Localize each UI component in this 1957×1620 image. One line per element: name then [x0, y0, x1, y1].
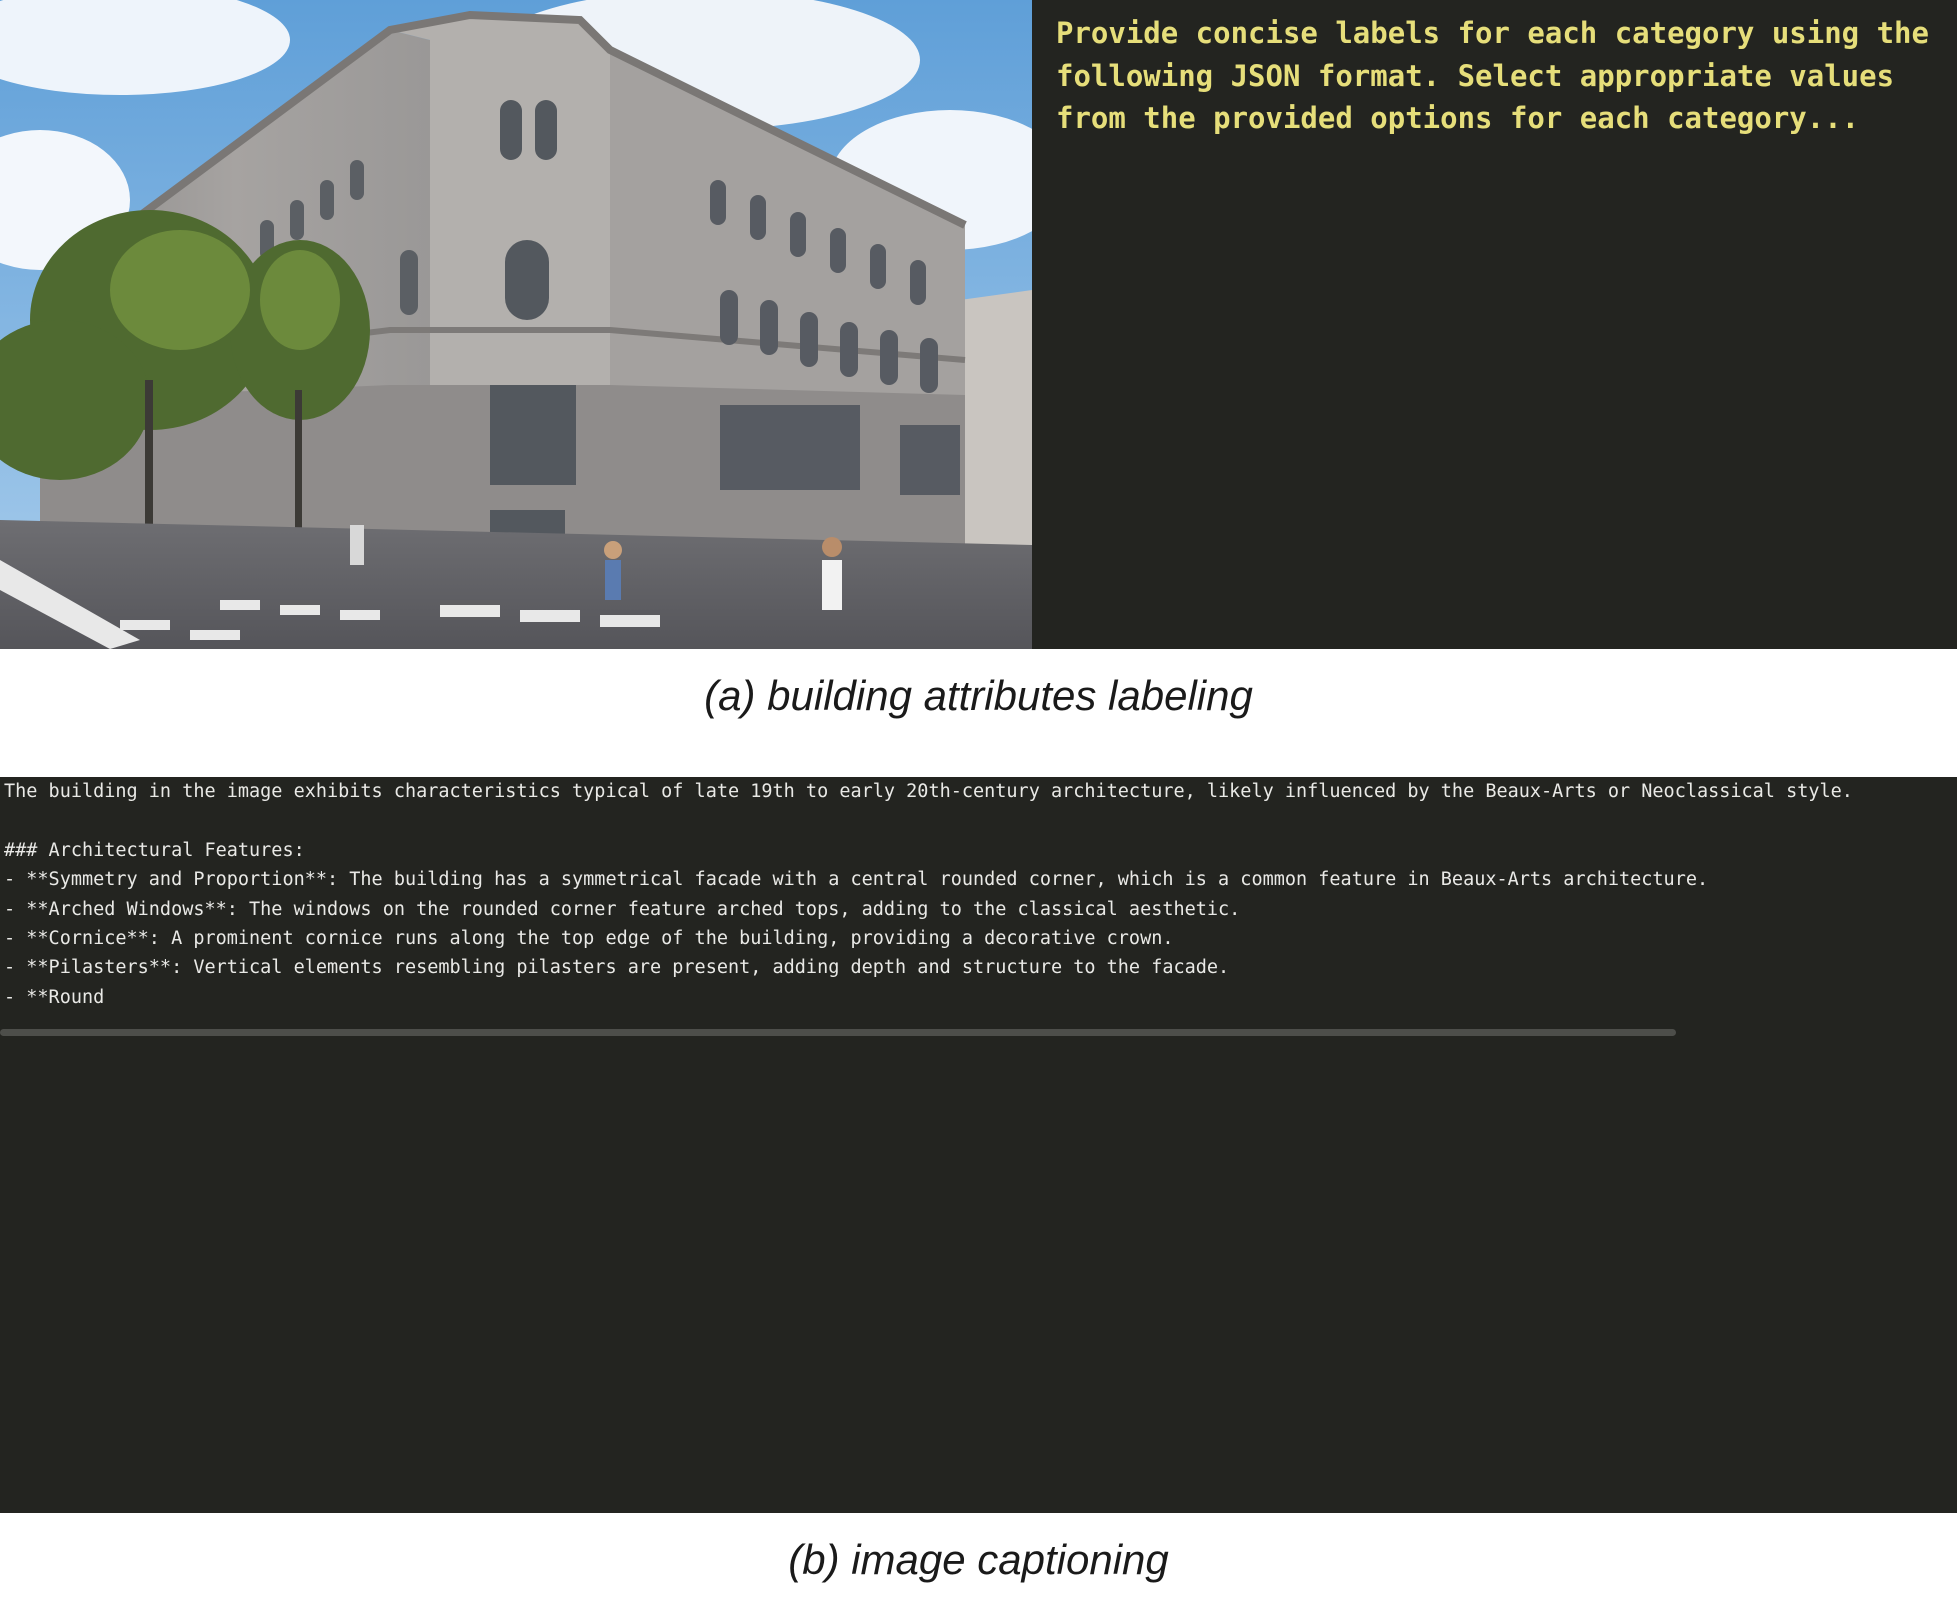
output-line: - **Arched Windows**: The windows on the… [4, 898, 1241, 920]
output-line: - **Pilasters**: Vertical elements resem… [4, 957, 1230, 979]
caption-a: (a) building attributes labeling [704, 672, 1253, 719]
horizontal-scrollbar[interactable] [0, 1029, 1676, 1036]
caption-b: (b) image captioning [788, 1536, 1169, 1583]
prompt-text: Provide concise labels for each category… [1056, 16, 1947, 135]
building-photo [0, 0, 1032, 649]
output-line: - **Round [4, 986, 105, 1008]
captioning-terminal: The building in the image exhibits chara… [0, 777, 1957, 1513]
panel-building-attributes: Provide concise labels for each category… [0, 0, 1957, 649]
prompt-terminal: Provide concise labels for each category… [1032, 0, 1957, 649]
output-line: - **Symmetry and Proportion**: The build… [4, 869, 1709, 891]
output-line-heading: ### Architectural Features: [4, 839, 305, 861]
output-line: - **Cornice**: A prominent cornice runs … [4, 928, 1174, 950]
output-line: The building in the image exhibits chara… [4, 781, 1853, 802]
caption-output: The building in the image exhibits chara… [4, 777, 1957, 1012]
